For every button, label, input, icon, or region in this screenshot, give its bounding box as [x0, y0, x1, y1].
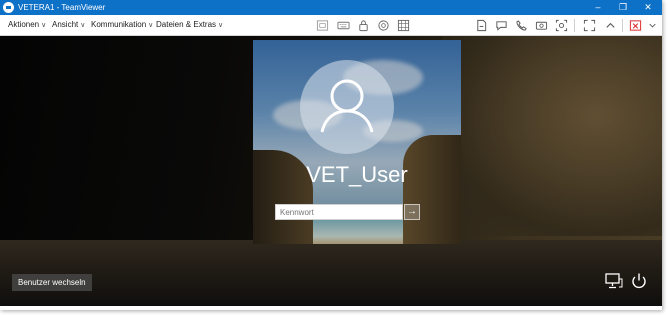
chevron-down-icon: ∨: [218, 22, 224, 29]
lock-username: VET_User: [306, 162, 408, 187]
menu-label: Kommunikation: [91, 20, 147, 29]
switch-user-button[interactable]: Benutzer wechseln: [12, 274, 92, 291]
restore-button[interactable]: ❐: [611, 0, 635, 15]
video-icon[interactable]: [534, 18, 548, 32]
user-icon: [320, 79, 374, 133]
refresh-icon[interactable]: [376, 18, 390, 32]
menu-aktionen[interactable]: Aktionen ∨: [8, 15, 46, 35]
remote-screen[interactable]: VET_User → Benutzer wechseln: [0, 36, 662, 306]
teamviewer-logo-icon: [3, 2, 14, 13]
submit-arrow-button[interactable]: →: [404, 204, 420, 220]
keyboard-icon[interactable]: [336, 18, 350, 32]
menu-dateien-extras[interactable]: Dateien & Extras ∨: [156, 15, 223, 35]
chevron-down-icon[interactable]: [645, 18, 659, 32]
toolbar-divider: [622, 19, 623, 32]
screenshot-icon[interactable]: [554, 18, 568, 32]
close-button[interactable]: ✕: [636, 0, 660, 15]
user-avatar: [300, 60, 394, 154]
minimize-button[interactable]: –: [586, 0, 610, 15]
toolbar-divider: [574, 19, 575, 32]
menu-label: Ansicht: [52, 20, 79, 29]
end-session-icon[interactable]: [628, 18, 642, 32]
ctrl-alt-del-icon[interactable]: [356, 18, 370, 32]
grid-view-icon[interactable]: [396, 18, 410, 32]
menu-label: Dateien & Extras: [156, 20, 217, 29]
chat-icon[interactable]: [494, 18, 508, 32]
screen-icon[interactable]: [315, 18, 329, 32]
phone-icon[interactable]: [514, 18, 528, 32]
chevron-down-icon: ∨: [41, 22, 47, 29]
menu-ansicht[interactable]: Ansicht ∨: [52, 15, 85, 35]
file-transfer-icon[interactable]: [474, 18, 488, 32]
menu-kommunikation[interactable]: Kommunikation ∨: [91, 15, 153, 35]
session-toolbar: Aktionen ∨ Ansicht ∨ Kommunikation ∨ Dateie…: [0, 15, 662, 36]
fullscreen-icon[interactable]: [582, 18, 596, 32]
teamviewer-window: VETERA1 - TeamViewer – ❐ ✕ Aktionen ∨ Ans…: [0, 0, 662, 310]
power-icon[interactable]: [629, 272, 649, 290]
title-bar: VETERA1 - TeamViewer – ❐ ✕: [0, 0, 662, 15]
chevron-down-icon: ∨: [148, 22, 154, 29]
chevron-down-icon: ∨: [80, 22, 86, 29]
window-title: VETERA1 - TeamViewer: [18, 3, 106, 12]
menu-label: Aktionen: [8, 20, 40, 29]
collapse-toolbar-icon[interactable]: [603, 18, 617, 32]
password-field[interactable]: [275, 204, 403, 220]
network-icon[interactable]: [604, 272, 624, 290]
